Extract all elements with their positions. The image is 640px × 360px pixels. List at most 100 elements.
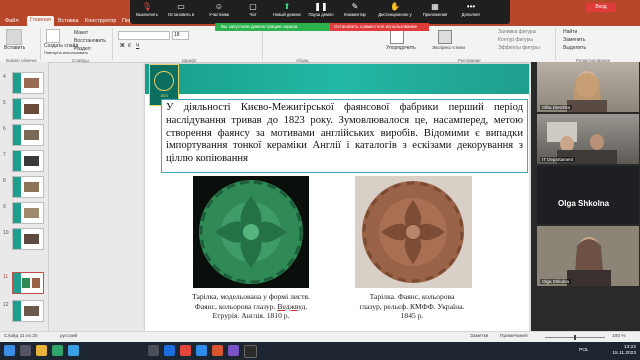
store-icon[interactable] (52, 345, 63, 356)
edge-icon[interactable] (68, 345, 79, 356)
windows-start-icon[interactable] (4, 345, 15, 356)
app-icon-3[interactable] (244, 345, 257, 358)
chrome-icon[interactable] (180, 345, 191, 356)
slide-thumbnail[interactable] (12, 98, 44, 120)
more-button[interactable]: ••• Дополнит (456, 1, 486, 23)
zoom-app-icon[interactable] (196, 345, 207, 356)
slide-thumbnail[interactable] (12, 202, 44, 224)
participant-video-tile-active[interactable] (537, 166, 639, 224)
stop-share-button[interactable]: Остановить совместное использование (330, 23, 429, 31)
apps-button[interactable]: ▦ Приложения (420, 1, 450, 23)
slide-canvas[interactable]: 1823 У діяльності Києво-Межигірської фая… (145, 64, 529, 331)
shape-outline-button[interactable]: Контур фигуры (498, 37, 533, 43)
video-icon: ▭ (177, 2, 185, 11)
taskbar-clock[interactable]: 13:22 15.11.2023 (612, 345, 636, 357)
participant-video-tile[interactable]: IT Departament (537, 114, 639, 164)
divider (262, 28, 263, 60)
stop-video-button[interactable]: ▭ Остановить в (166, 1, 196, 23)
active-speaker-name: Olga Shkolna (558, 199, 610, 208)
arrange-icon (390, 30, 404, 44)
participants-button[interactable]: ☺ Участники (204, 1, 234, 23)
group-label-slides: Слайды (72, 58, 89, 63)
steam-icon[interactable] (164, 345, 175, 356)
arrange-button[interactable]: Упорядочить (386, 45, 416, 51)
caption-brown-plate: Тарілка. Фаянс, кольорова глазур, рельєф… (337, 292, 487, 321)
sign-in-button[interactable]: Вход (586, 3, 616, 12)
explorer-icon[interactable] (36, 345, 47, 356)
thumbnail-number-selected: 11 (3, 274, 9, 280)
slide-thumbnail[interactable] (12, 150, 44, 172)
new-share-button[interactable]: ⬆ Новый демонс (272, 1, 302, 23)
zoom-video-panel: Olha Dietchko IT Departament Olga Shkoln… (531, 62, 640, 332)
mute-button[interactable]: 🎙 Выключить (132, 1, 162, 23)
caption-line: Фаянс, кольорова глазур. Веджвуд. (194, 301, 308, 311)
slide-thumbnail[interactable] (12, 124, 44, 146)
quick-styles-button[interactable]: Экспресс-стили (432, 45, 465, 50)
slide-thumbnail-selected[interactable] (12, 272, 44, 294)
shape-fill-button[interactable]: Заливка фигуры (498, 29, 536, 35)
slide-text-box[interactable]: У діяльності Києво-Межигірської фаянсово… (161, 99, 528, 173)
font-size-select[interactable]: 18 (172, 31, 189, 40)
new-slide-icon (46, 29, 60, 43)
divider (555, 28, 556, 60)
caption-line: Тарілка, модельована у формі листя. (192, 292, 310, 301)
tab-insert[interactable]: Вставка (58, 17, 78, 26)
slide-thumbnail[interactable] (12, 176, 44, 198)
group-label-drawing: Рисование (458, 58, 481, 63)
zoom-slider-thumb[interactable] (574, 335, 576, 340)
italic-button[interactable]: К (128, 43, 131, 49)
keyboard-language[interactable]: POL (579, 348, 589, 353)
slide-thumbnail[interactable] (12, 72, 44, 94)
tab-home[interactable]: Главная (27, 16, 54, 26)
participant-video-tile[interactable]: Olga Shkolna (537, 226, 639, 286)
green-leaf-plate-image (193, 176, 309, 288)
pause-share-button[interactable]: ❚❚ Пауза демон (306, 1, 336, 23)
app-icon[interactable] (148, 345, 159, 356)
select-button[interactable]: Выделить (563, 45, 586, 51)
replace-button[interactable]: Заменить (563, 37, 585, 43)
language-indicator[interactable]: русский (60, 334, 77, 339)
caption-line: глазур, рельєф. КМФФ. Україна. (359, 301, 465, 311)
slide-thumbnails-panel[interactable]: 4 5 6 7 8 9 10 11 12 (0, 62, 49, 332)
slide-thumbnail[interactable] (12, 300, 44, 322)
logo-year: 1823 (160, 94, 168, 98)
pause-icon: ❚❚ (314, 2, 328, 11)
caption-line: Тарілка. Фаянс, кольорова (369, 292, 455, 301)
caption-green-plate: Тарілка, модельована у формі листя. Фаян… (163, 292, 339, 321)
find-button[interactable]: Найти (563, 29, 577, 35)
comments-button[interactable]: Примечания (500, 334, 528, 339)
powerpoint-icon[interactable] (212, 345, 223, 356)
caption-line: 1845 р. (400, 311, 424, 321)
font-family-select[interactable] (118, 31, 170, 40)
annotate-button[interactable]: ✎ Комментир (340, 1, 370, 23)
windows-taskbar: POL 13:22 15.11.2023 (0, 342, 640, 360)
thumbnail-number: 4 (3, 74, 6, 80)
remote-control-icon: ✋ (390, 2, 400, 11)
participants-icon: ☺ (214, 2, 224, 11)
zoom-level[interactable]: 100 % (612, 334, 626, 339)
thumbnail-number: 9 (3, 204, 6, 210)
tab-design[interactable]: Конструктор (85, 17, 116, 26)
layout-button[interactable]: Макет (74, 30, 88, 36)
tab-file[interactable]: Файл (5, 17, 19, 26)
notes-button[interactable]: Заметки (470, 334, 488, 339)
chat-button[interactable]: ▢ Чат (238, 1, 268, 23)
bold-button[interactable]: Ж (120, 43, 125, 49)
reset-button[interactable]: Восстановить (74, 38, 106, 44)
shape-effects-button[interactable]: Эффекты фигуры (498, 45, 540, 51)
paste-button[interactable]: Вставить (4, 45, 25, 51)
apps-icon: ▦ (431, 2, 439, 11)
caption-text: Фаянс, кольорова глазур. (194, 301, 276, 311)
search-icon[interactable] (20, 345, 31, 356)
remote-control-button[interactable]: ✋ Дистанционное у (376, 1, 414, 23)
group-label-font: Шрифт (182, 58, 197, 63)
participant-silhouette (537, 226, 639, 286)
clipboard-icon (6, 29, 22, 45)
slide-counter: Слайд 11 из 20 (4, 334, 38, 339)
section-button[interactable]: Раздел (74, 46, 91, 52)
slide-thumbnail[interactable] (12, 228, 44, 250)
underline-button[interactable]: Ч (136, 43, 139, 49)
thumbnail-number: 10 (3, 230, 9, 236)
participant-video-tile[interactable]: Olha Dietchko (537, 62, 639, 112)
app-icon-2[interactable] (228, 345, 239, 356)
